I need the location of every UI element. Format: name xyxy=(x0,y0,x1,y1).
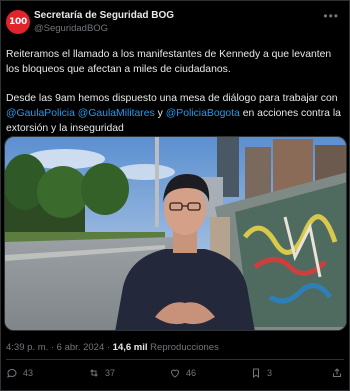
mention-gaula-militares[interactable]: @GaulaMilitares xyxy=(78,108,155,119)
bookmark-icon xyxy=(253,368,259,379)
mention-policia-bogota[interactable]: @PoliciaBogota xyxy=(166,108,240,119)
connector-text: y xyxy=(157,108,163,119)
avatar[interactable]: 100 xyxy=(6,10,30,34)
bookmark-count: 3 xyxy=(267,368,273,378)
tweet-card: 100 Secretaría de Seguridad BOG @Segurid… xyxy=(0,0,350,391)
like-button[interactable]: 46 xyxy=(169,367,196,379)
repost-icon xyxy=(90,369,98,377)
tweet-paragraph-1: Reiteramos el llamado a los manifestante… xyxy=(6,49,332,75)
account-handle[interactable]: @SeguridadBOG xyxy=(34,23,108,34)
like-icon xyxy=(170,369,180,378)
mention-gaula-policia[interactable]: @GaulaPolicia xyxy=(6,108,75,119)
more-options-icon[interactable]: ••• xyxy=(323,9,339,23)
share-button[interactable] xyxy=(331,367,343,379)
bookmark-button[interactable]: 3 xyxy=(250,367,272,379)
divider xyxy=(6,359,344,360)
action-bar: 43 37 46 3 xyxy=(1,365,350,387)
views-label: Reproducciones xyxy=(147,342,219,353)
repost-button[interactable]: 37 xyxy=(88,367,115,379)
avatar-text: 100 xyxy=(9,17,27,27)
paragraph-2-start: Desde las 9am hemos dispuesto una mesa d… xyxy=(6,93,338,104)
tweet-paragraph-2: Desde las 9am hemos dispuesto una mesa d… xyxy=(6,91,344,136)
video-frame-image xyxy=(5,137,346,330)
view-count: 14,6 mil xyxy=(112,342,148,353)
repost-count: 37 xyxy=(105,368,116,378)
reply-icon xyxy=(7,368,17,378)
reply-count: 43 xyxy=(23,368,34,378)
like-count: 46 xyxy=(186,368,197,378)
video-thumbnail[interactable] xyxy=(4,136,347,331)
share-icon xyxy=(333,368,341,377)
timestamp[interactable]: 4:39 p. m. · 6 abr. 2024 · xyxy=(6,342,113,353)
tweet-meta: 4:39 p. m. · 6 abr. 2024 · 14,6 mil Repr… xyxy=(6,342,219,353)
tweet-text: Reiteramos el llamado a los manifestante… xyxy=(6,47,344,150)
account-name[interactable]: Secretaría de Seguridad BOG xyxy=(34,10,174,21)
reply-button[interactable]: 43 xyxy=(6,367,33,379)
